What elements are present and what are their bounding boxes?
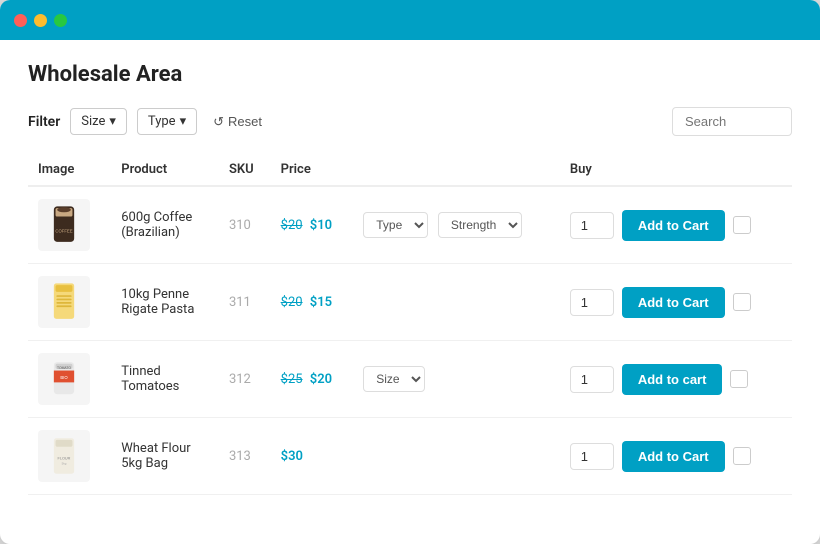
table-row: BIO TOMATO TinnedTomatoes 312 $25 $20 (28, 341, 792, 418)
dot-green[interactable] (54, 14, 67, 27)
title-bar (0, 0, 820, 40)
size-dropdown[interactable]: Size ▾ (70, 108, 127, 135)
product-sku: 311 (219, 264, 271, 341)
price-sale: $20 (310, 372, 332, 387)
price-only: $30 (281, 449, 303, 464)
type-variant-select[interactable]: Type (363, 212, 428, 238)
col-image: Image (28, 154, 111, 186)
table-row: COFFEE 600g Coffee(Brazilian) 310 $20 $1… (28, 186, 792, 264)
quantity-input[interactable] (570, 366, 614, 393)
add-to-cart-button[interactable]: Add to cart (622, 364, 723, 395)
price-sale: $15 (310, 295, 332, 310)
reset-label: Reset (228, 114, 262, 129)
variant-cell: Size (353, 341, 560, 418)
size-label: Size (81, 114, 105, 129)
search-input[interactable] (672, 107, 792, 136)
product-name: 600g Coffee(Brazilian) (111, 186, 219, 264)
type-dropdown[interactable]: Type ▾ (137, 108, 197, 135)
col-product: Product (111, 154, 219, 186)
product-sku: 312 (219, 341, 271, 418)
product-price: $30 (271, 418, 560, 495)
table-row: FLOUR 5kg Wheat Flour5kg Bag 313 $30 A (28, 418, 792, 495)
row-checkbox[interactable] (733, 447, 751, 465)
row-checkbox[interactable] (733, 216, 751, 234)
quantity-input[interactable] (570, 289, 614, 316)
main-content: Wholesale Area Filter Size ▾ Type ▾ ↺ Re… (0, 40, 820, 517)
price-original: $20 (281, 295, 303, 310)
product-name: TinnedTomatoes (111, 341, 219, 418)
row-checkbox[interactable] (733, 293, 751, 311)
add-to-cart-button[interactable]: Add to Cart (622, 441, 725, 472)
table-row: 10kg PenneRigate Pasta 311 $20 $15 Add t… (28, 264, 792, 341)
type-label: Type (148, 114, 176, 129)
chevron-down-icon: ▾ (109, 114, 116, 129)
filter-bar: Filter Size ▾ Type ▾ ↺ Reset (28, 107, 792, 136)
product-sku: 310 (219, 186, 271, 264)
product-sku: 313 (219, 418, 271, 495)
col-buy: Buy (560, 154, 792, 186)
dot-red[interactable] (14, 14, 27, 27)
svg-text:BIO: BIO (60, 375, 68, 380)
product-image: FLOUR 5kg (38, 430, 90, 482)
price-original: $25 (281, 372, 303, 387)
col-price: Price (271, 154, 560, 186)
product-name: Wheat Flour5kg Bag (111, 418, 219, 495)
price-original: $20 (281, 218, 303, 233)
reset-button[interactable]: ↺ Reset (207, 109, 268, 135)
product-image (38, 276, 90, 328)
quantity-input[interactable] (570, 212, 614, 239)
product-image: COFFEE (38, 199, 90, 251)
product-image-cell: FLOUR 5kg (28, 418, 111, 495)
app-window: Wholesale Area Filter Size ▾ Type ▾ ↺ Re… (0, 0, 820, 544)
product-price: $20 $15 (271, 264, 560, 341)
product-name: 10kg PenneRigate Pasta (111, 264, 219, 341)
products-table: Image Product SKU Price Buy CO (28, 154, 792, 495)
product-image-cell: COFFEE (28, 186, 111, 264)
buy-cell: Add to Cart (560, 264, 792, 341)
variant-cell: Type Strength (353, 186, 560, 264)
product-image-cell: BIO TOMATO (28, 341, 111, 418)
quantity-input[interactable] (570, 443, 614, 470)
buy-cell: Add to cart (560, 341, 792, 418)
search-wrapper (672, 107, 792, 136)
strength-variant-select[interactable]: Strength (438, 212, 522, 238)
col-sku: SKU (219, 154, 271, 186)
buy-cell: Add to Cart (560, 418, 792, 495)
filter-label: Filter (28, 114, 60, 130)
add-to-cart-button[interactable]: Add to Cart (622, 287, 725, 318)
product-image: BIO TOMATO (38, 353, 90, 405)
reset-icon: ↺ (213, 114, 224, 130)
svg-text:FLOUR: FLOUR (58, 456, 71, 460)
size-variant-select[interactable]: Size (363, 366, 425, 392)
price-sale: $10 (310, 218, 332, 233)
product-price: $25 $20 (271, 341, 354, 418)
svg-text:5kg: 5kg (62, 461, 67, 465)
svg-text:COFFEE: COFFEE (55, 229, 72, 234)
product-image-cell (28, 264, 111, 341)
row-checkbox[interactable] (730, 370, 748, 388)
buy-cell: Add to Cart (560, 186, 792, 264)
page-title: Wholesale Area (28, 62, 792, 87)
dot-yellow[interactable] (34, 14, 47, 27)
svg-text:TOMATO: TOMATO (57, 366, 71, 370)
add-to-cart-button[interactable]: Add to Cart (622, 210, 725, 241)
product-price: $20 $10 (271, 186, 354, 264)
chevron-down-icon: ▾ (180, 114, 187, 129)
